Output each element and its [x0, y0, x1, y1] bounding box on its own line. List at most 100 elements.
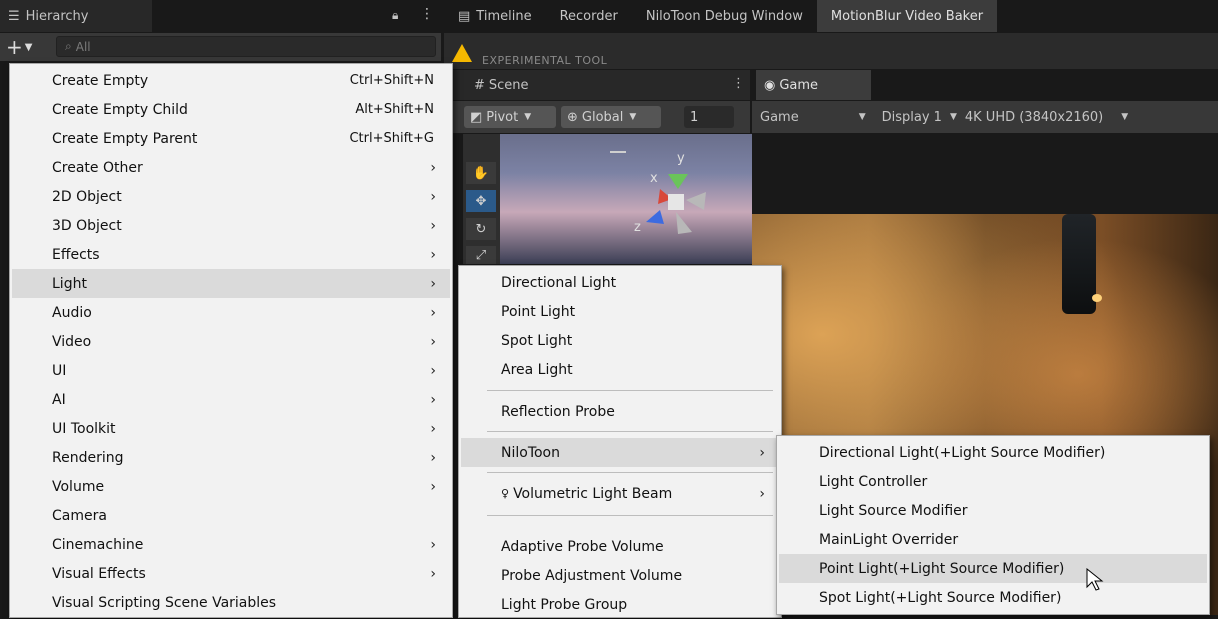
- menu-item-cinemachine[interactable]: Cinemachine ›: [12, 530, 450, 559]
- resolution-dropdown[interactable]: 4K UHD (3840x2160): [965, 110, 1103, 125]
- light-submenu: Directional Light Point Light Spot Light…: [458, 265, 782, 618]
- tab-game[interactable]: ◉ Game: [756, 70, 871, 100]
- tab-scene[interactable]: # Scene: [444, 70, 529, 100]
- menu-item-create-empty[interactable]: Create Empty Ctrl+Shift+N: [12, 66, 450, 95]
- nilotoon-submenu: Directional Light(+Light Source Modifier…: [776, 435, 1210, 615]
- menu-item-light-controller[interactable]: Light Controller: [779, 467, 1207, 496]
- chevron-right-icon: ›: [759, 485, 765, 502]
- menu-item-area-light[interactable]: Area Light: [461, 355, 779, 384]
- menu-item-light-source-modifier[interactable]: Light Source Modifier: [779, 496, 1207, 525]
- menu-item-label: Rendering: [52, 449, 124, 466]
- menu-item-label: Video: [52, 333, 92, 350]
- menu-item-volumetric-light-beam[interactable]: ♀ Volumetric Light Beam ›: [461, 479, 779, 508]
- tab-timeline[interactable]: ▤ Timeline: [444, 0, 546, 32]
- menu-item-light[interactable]: Light ›: [12, 269, 450, 298]
- menu-item-shortcut: Ctrl+Shift+N: [349, 73, 434, 88]
- menu-item-label: Point Light: [501, 303, 576, 320]
- grid-size-value: 1: [690, 109, 699, 125]
- menu-item-nilotoon[interactable]: NiloToon ›: [461, 438, 779, 467]
- menu-item-ai[interactable]: AI ›: [12, 385, 450, 414]
- menu-item-label: Cinemachine: [52, 536, 144, 553]
- scene-viewport[interactable]: y x z: [500, 134, 752, 264]
- scene-gizmo[interactable]: y x z: [500, 134, 752, 264]
- chevron-down-icon: ▼: [629, 112, 637, 122]
- hierarchy-search-input[interactable]: ⌕ All: [56, 36, 436, 57]
- chevron-right-icon: ›: [430, 217, 436, 234]
- menu-item-point-light[interactable]: Point Light: [461, 297, 779, 326]
- menu-item-nilo-spot-light[interactable]: Spot Light(+Light Source Modifier): [779, 583, 1207, 612]
- menu-item-label: AI: [52, 391, 66, 408]
- menu-item-label: Adaptive Probe Volume: [501, 538, 664, 555]
- menu-item-directional-light[interactable]: Directional Light: [461, 268, 779, 297]
- menu-item-nilo-point-light[interactable]: Point Light(+Light Source Modifier): [779, 554, 1207, 583]
- menu-item-ui-toolkit[interactable]: UI Toolkit ›: [12, 414, 450, 443]
- menu-item-spot-light[interactable]: Spot Light: [461, 326, 779, 355]
- menu-item-camera[interactable]: Camera: [12, 501, 450, 530]
- menu-item-create-empty-parent[interactable]: Create Empty Parent Ctrl+Shift+G: [12, 124, 450, 153]
- chevron-right-icon: ›: [430, 362, 436, 379]
- menu-item-label: UI: [52, 362, 67, 379]
- menu-item-mainlight-overrider[interactable]: MainLight Overrider: [779, 525, 1207, 554]
- menu-item-video[interactable]: Video ›: [12, 327, 450, 356]
- menu-item-label: Audio: [52, 304, 92, 321]
- menu-item-audio[interactable]: Audio ›: [12, 298, 450, 327]
- display-dropdown[interactable]: Display 1: [882, 110, 942, 125]
- kebab-menu-icon[interactable]: ⋮: [420, 6, 434, 22]
- gamepad-icon: ◉: [764, 77, 776, 93]
- move-tool-icon[interactable]: ✥: [466, 190, 496, 212]
- rotate-tool-icon[interactable]: ↻: [466, 218, 496, 240]
- menu-item-3d-object[interactable]: 3D Object ›: [12, 211, 450, 240]
- search-placeholder: All: [75, 39, 91, 54]
- menu-item-label: Directional Light(+Light Source Modifier…: [819, 444, 1106, 461]
- hand-tool-icon[interactable]: ✋: [466, 162, 496, 184]
- menu-item-label: Point Light(+Light Source Modifier): [819, 560, 1065, 577]
- menu-item-reflection-probe[interactable]: Reflection Probe: [461, 397, 779, 426]
- menu-item-volume[interactable]: Volume ›: [12, 472, 450, 501]
- chevron-right-icon: ›: [430, 536, 436, 553]
- global-dropdown[interactable]: ⊕ Global ▼: [561, 106, 661, 128]
- menu-item-label: Area Light: [501, 361, 573, 378]
- menu-separator: [487, 390, 773, 391]
- menu-item-label: Visual Effects: [52, 565, 146, 582]
- tab-recorder[interactable]: Recorder: [546, 0, 632, 32]
- chevron-right-icon: ›: [430, 304, 436, 321]
- tab-hierarchy[interactable]: ☰ Hierarchy: [0, 0, 152, 32]
- menu-item-label: UI Toolkit: [52, 420, 116, 437]
- menu-item-visual-scripting-scene-variables[interactable]: Visual Scripting Scene Variables: [12, 588, 450, 617]
- pivot-dropdown[interactable]: ◩ Pivot ▼: [464, 106, 556, 128]
- tab-nilotoon-debug-label: NiloToon Debug Window: [645, 8, 803, 24]
- menu-item-2d-object[interactable]: 2D Object ›: [12, 182, 450, 211]
- chevron-right-icon: ›: [430, 420, 436, 437]
- menu-item-label: Visual Scripting Scene Variables: [52, 594, 277, 611]
- tab-nilotoon-debug[interactable]: NiloToon Debug Window: [632, 0, 817, 32]
- chevron-down-icon: ▼: [1121, 112, 1129, 122]
- menu-item-label: Light Probe Group: [501, 596, 628, 613]
- game-mode-dropdown[interactable]: Game: [760, 110, 799, 125]
- menu-item-effects[interactable]: Effects ›: [12, 240, 450, 269]
- pivot-icon: ◩: [470, 109, 483, 125]
- grid-size-field[interactable]: 1: [684, 106, 734, 128]
- lamp-fixture: [1062, 214, 1096, 314]
- menu-item-create-empty-child[interactable]: Create Empty Child Alt+Shift+N: [12, 95, 450, 124]
- tab-motionblur-baker[interactable]: MotionBlur Video Baker: [816, 0, 998, 32]
- scene-kebab-icon[interactable]: ⋮: [732, 76, 745, 91]
- lock-icon[interactable]: 🔒︎: [392, 8, 398, 23]
- scale-tool-icon[interactable]: ⤢: [466, 246, 496, 264]
- menu-item-label: Light: [52, 275, 87, 292]
- menu-item-probe-adjustment-volume[interactable]: Probe Adjustment Volume: [461, 561, 779, 590]
- menu-item-rendering[interactable]: Rendering ›: [12, 443, 450, 472]
- menu-item-adaptive-probe-volume[interactable]: Adaptive Probe Volume: [461, 532, 779, 561]
- menu-item-visual-effects[interactable]: Visual Effects ›: [12, 559, 450, 588]
- chevron-right-icon: ›: [430, 275, 436, 292]
- add-button[interactable]: + ▼: [6, 35, 46, 59]
- experimental-label: EXPERIMENTAL TOOL: [482, 54, 608, 67]
- menu-item-ui[interactable]: UI ›: [12, 356, 450, 385]
- menu-item-label: Create Other: [52, 159, 143, 176]
- menu-item-label: Spot Light: [501, 332, 573, 349]
- menu-item-label: NiloToon: [501, 444, 560, 461]
- menu-separator: [487, 431, 773, 432]
- menu-item-create-other[interactable]: Create Other ›: [12, 153, 450, 182]
- menu-item-nilo-directional-light[interactable]: Directional Light(+Light Source Modifier…: [779, 438, 1207, 467]
- menu-item-label: Light Source Modifier: [819, 502, 968, 519]
- tab-timeline-label: Timeline: [476, 8, 532, 24]
